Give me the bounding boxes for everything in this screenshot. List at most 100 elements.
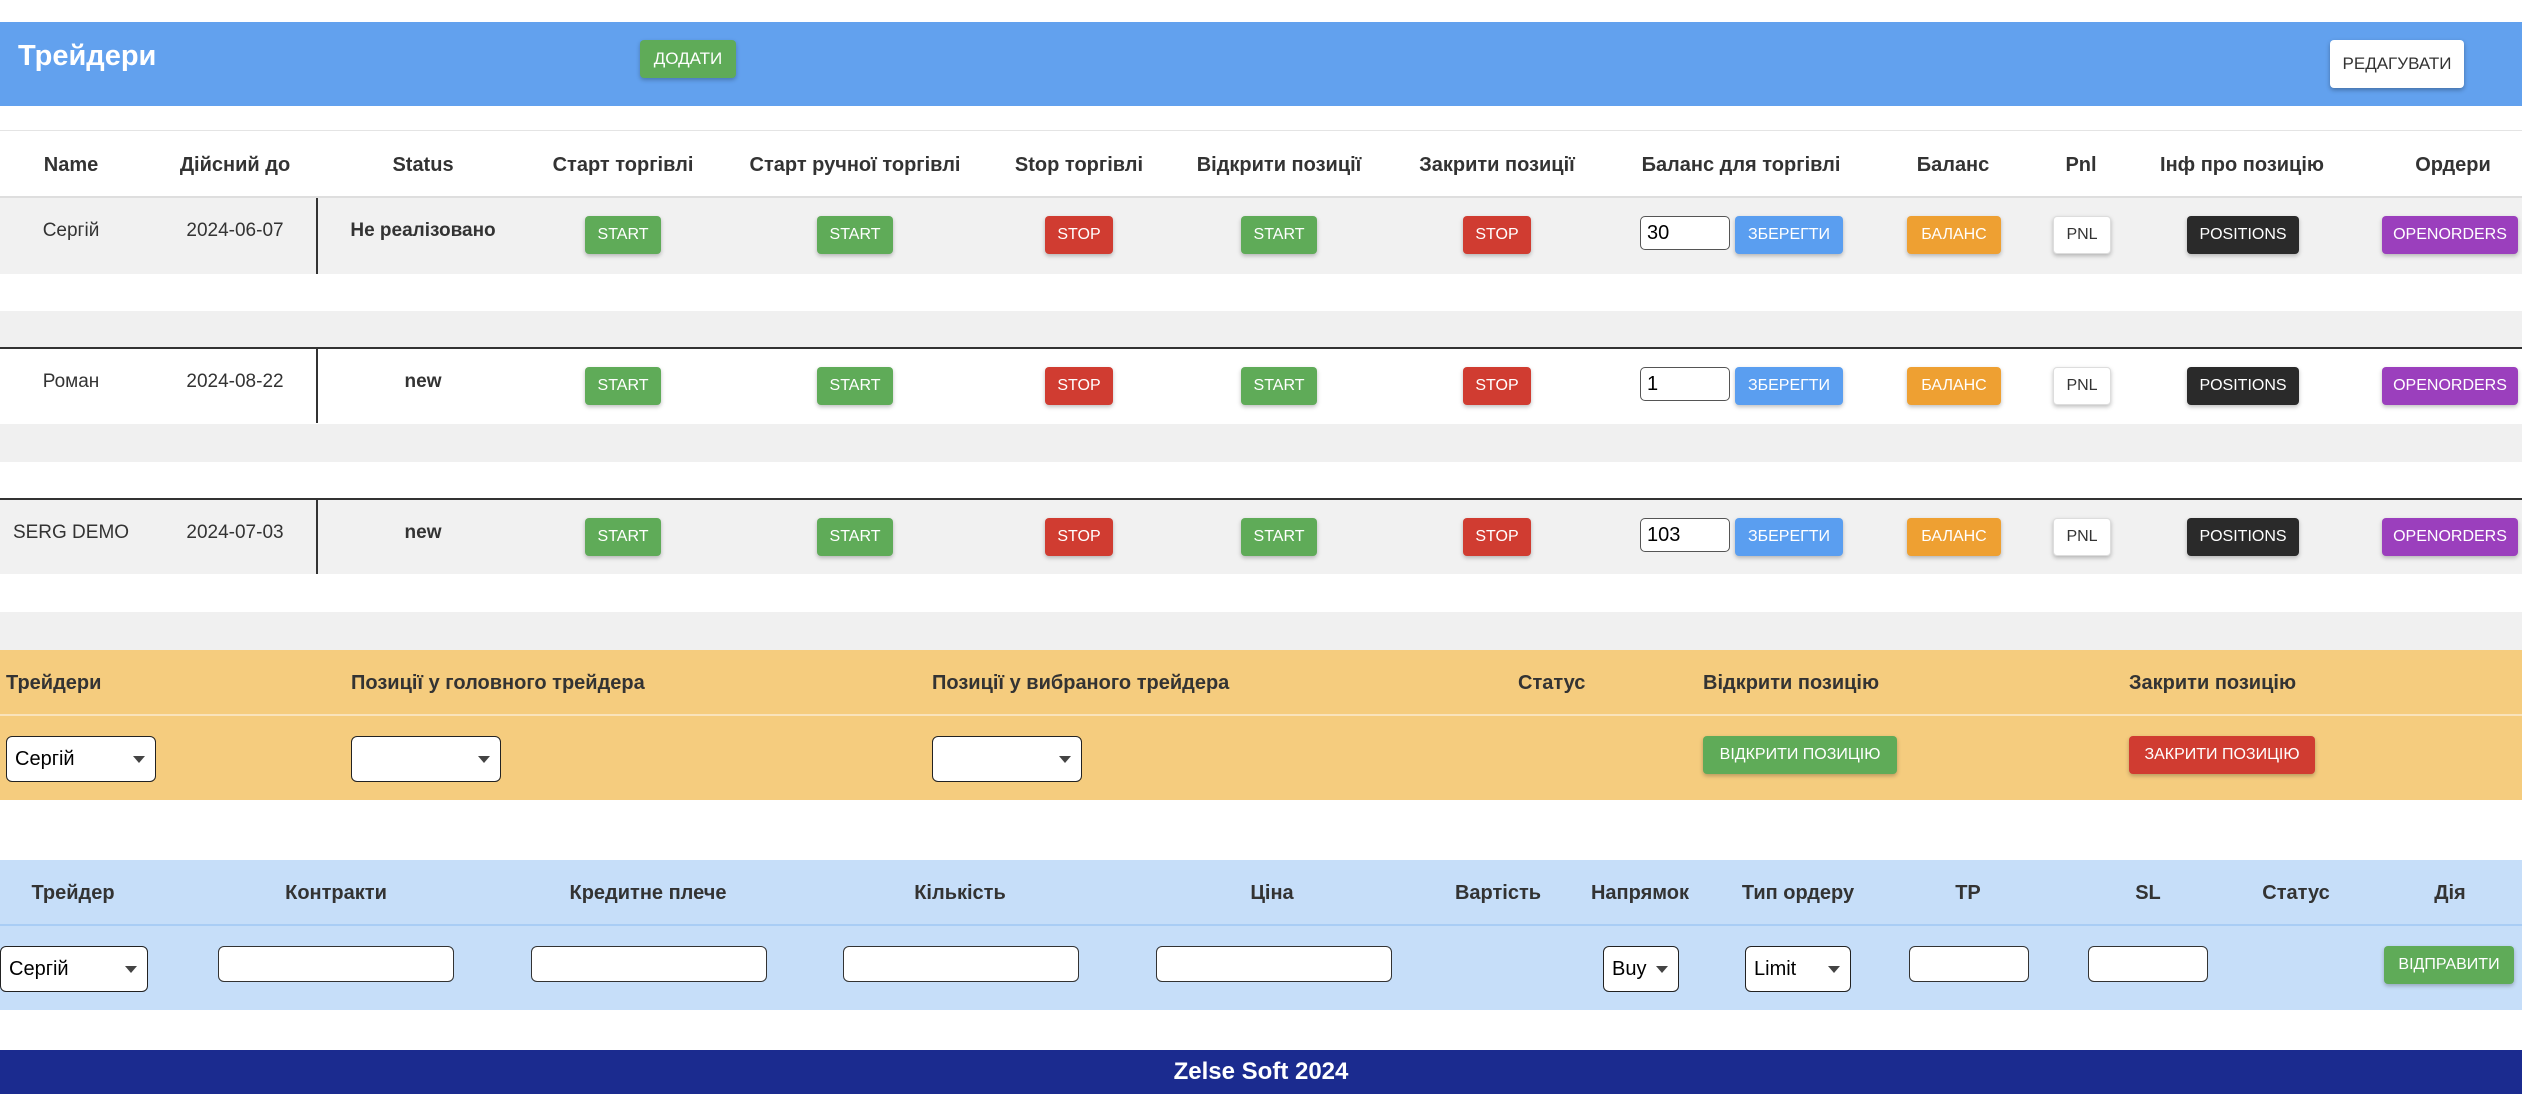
status-text: new — [404, 522, 442, 543]
order-trader-select[interactable]: Сергій — [0, 946, 148, 992]
open-orders-button[interactable]: OPENORDERS — [2382, 518, 2518, 556]
row-spacer — [0, 424, 2522, 462]
trade-balance-input[interactable] — [1640, 518, 1730, 552]
col-start-trading: Старт торгівлі — [552, 153, 694, 176]
table-row: Сергій 2024-06-07 Не реалізовано START S… — [0, 198, 2522, 274]
col-order-type: Тип ордеру — [1741, 881, 1855, 904]
balance-button[interactable]: БАЛАНС — [1907, 367, 2001, 405]
traders-table-header: Name Дійсний до Status Старт торгівлі Ст… — [0, 130, 2522, 198]
table-row: SERG DEMO 2024-07-03 new START START STO… — [0, 498, 2522, 574]
close-positions-button[interactable]: STOP — [1463, 518, 1531, 556]
valid-until: 2024-06-07 — [186, 220, 284, 241]
positions-button[interactable]: POSITIONS — [2187, 367, 2299, 405]
order-type-select-value: Limit — [1754, 957, 1797, 980]
open-orders-button[interactable]: OPENORDERS — [2382, 367, 2518, 405]
valid-until: 2024-07-03 — [186, 522, 284, 543]
manual-start-button[interactable]: START — [817, 216, 893, 254]
header-bar: Трейдери ДОДАТИ РЕДАГУВАТИ — [0, 22, 2522, 106]
sl-input[interactable] — [2088, 946, 2208, 982]
col-position-info: Інф про позицію — [2160, 153, 2324, 176]
footer-text: Zelse Soft 2024 — [1173, 1058, 1349, 1085]
close-positions-button[interactable]: STOP — [1463, 216, 1531, 254]
positions-button[interactable]: POSITIONS — [2187, 518, 2299, 556]
status-text: new — [404, 371, 442, 392]
col-trade-balance: Баланс для торгівлі — [1641, 153, 1841, 176]
col-name: Name — [43, 153, 99, 176]
start-trading-button[interactable]: START — [585, 367, 661, 405]
stop-trading-button[interactable]: STOP — [1045, 216, 1113, 254]
valid-until: 2024-08-22 — [186, 371, 284, 392]
start-trading-button[interactable]: START — [585, 216, 661, 254]
manual-start-button[interactable]: START — [817, 367, 893, 405]
positions-button[interactable]: POSITIONS — [2187, 216, 2299, 254]
save-balance-button[interactable]: ЗБЕРЕГТИ — [1735, 367, 1843, 405]
edit-button[interactable]: РЕДАГУВАТИ — [2330, 40, 2464, 88]
col-stop-trading: Stop торгівлі — [1014, 153, 1144, 176]
row-spacer — [0, 462, 2522, 500]
open-positions-button[interactable]: START — [1241, 367, 1317, 405]
order-panel: Трейдер Контракти Кредитне плече Кількіс… — [0, 860, 2522, 1010]
chevron-down-icon — [1656, 966, 1668, 973]
col-close-position: Закрити позицію — [2129, 671, 2297, 694]
pnl-button[interactable]: PNL — [2053, 518, 2111, 556]
manual-start-button[interactable]: START — [817, 518, 893, 556]
balance-button[interactable]: БАЛАНС — [1907, 216, 2001, 254]
col-direction: Напрямок — [1590, 881, 1690, 904]
row-spacer — [0, 311, 2522, 349]
main-positions-select[interactable] — [351, 736, 501, 782]
col-main-trader-positions: Позиції у головного трейдера — [351, 671, 645, 694]
tp-input[interactable] — [1909, 946, 2029, 982]
open-position-button[interactable]: ВІДКРИТИ ПОЗИЦІЮ — [1703, 736, 1897, 774]
trader-name: Роман — [42, 371, 100, 392]
positions-panel-header: Трейдери Позиції у головного трейдера По… — [0, 650, 2522, 716]
quantity-input[interactable] — [843, 946, 1079, 982]
chevron-down-icon — [1059, 756, 1071, 763]
add-trader-button[interactable]: ДОДАТИ — [640, 40, 736, 78]
trader-select-value: Сергій — [15, 747, 75, 770]
direction-select-value: Buy — [1612, 957, 1647, 980]
col-open-positions: Відкрити позиції — [1196, 153, 1362, 176]
table-row: Роман 2024-08-22 new START START STOP ST… — [0, 347, 2522, 423]
save-balance-button[interactable]: ЗБЕРЕГТИ — [1735, 216, 1843, 254]
traders-page: Трейдери ДОДАТИ РЕДАГУВАТИ Name Дійсний … — [0, 0, 2522, 1094]
order-panel-header: Трейдер Контракти Кредитне плече Кількіс… — [0, 860, 2522, 926]
col-status: Статус — [1518, 671, 1586, 694]
direction-select[interactable]: Buy — [1603, 946, 1679, 992]
col-status: Статус — [2262, 881, 2330, 904]
order-type-select[interactable]: Limit — [1745, 946, 1851, 992]
balance-button[interactable]: БАЛАНС — [1907, 518, 2001, 556]
stop-trading-button[interactable]: STOP — [1045, 518, 1113, 556]
save-balance-button[interactable]: ЗБЕРЕГТИ — [1735, 518, 1843, 556]
leverage-input[interactable] — [531, 946, 767, 982]
contracts-input[interactable] — [218, 946, 454, 982]
row-spacer — [0, 612, 2522, 650]
pnl-button[interactable]: PNL — [2053, 367, 2111, 405]
pnl-button[interactable]: PNL — [2053, 216, 2111, 254]
start-trading-button[interactable]: START — [585, 518, 661, 556]
col-sl: SL — [2135, 881, 2161, 904]
open-positions-button[interactable]: START — [1241, 216, 1317, 254]
col-valid-until: Дійсний до — [179, 153, 291, 176]
col-orders: Ордери — [2415, 153, 2491, 176]
trade-balance-input[interactable] — [1640, 216, 1730, 250]
col-contracts: Контракти — [285, 881, 387, 904]
trader-select[interactable]: Сергій — [6, 736, 156, 782]
close-position-button[interactable]: ЗАКРИТИ ПОЗИЦІЮ — [2129, 736, 2315, 774]
chevron-down-icon — [133, 756, 145, 763]
selected-positions-select[interactable] — [932, 736, 1082, 782]
close-positions-button[interactable]: STOP — [1463, 367, 1531, 405]
page-title: Трейдери — [18, 40, 157, 72]
open-positions-button[interactable]: START — [1241, 518, 1317, 556]
send-order-button[interactable]: ВІДПРАВИТИ — [2384, 946, 2514, 984]
trader-name: SERG DEMO — [12, 522, 130, 543]
col-leverage: Кредитне плече — [569, 881, 727, 904]
price-input[interactable] — [1156, 946, 1392, 982]
chevron-down-icon — [125, 966, 137, 973]
col-selected-trader-positions: Позиції у вибраного трейдера — [932, 671, 1230, 694]
trade-balance-input[interactable] — [1640, 367, 1730, 401]
col-price: Ціна — [1250, 881, 1294, 904]
col-action: Дія — [2434, 881, 2466, 904]
open-orders-button[interactable]: OPENORDERS — [2382, 216, 2518, 254]
stop-trading-button[interactable]: STOP — [1045, 367, 1113, 405]
positions-panel: Трейдери Позиції у головного трейдера По… — [0, 650, 2522, 800]
